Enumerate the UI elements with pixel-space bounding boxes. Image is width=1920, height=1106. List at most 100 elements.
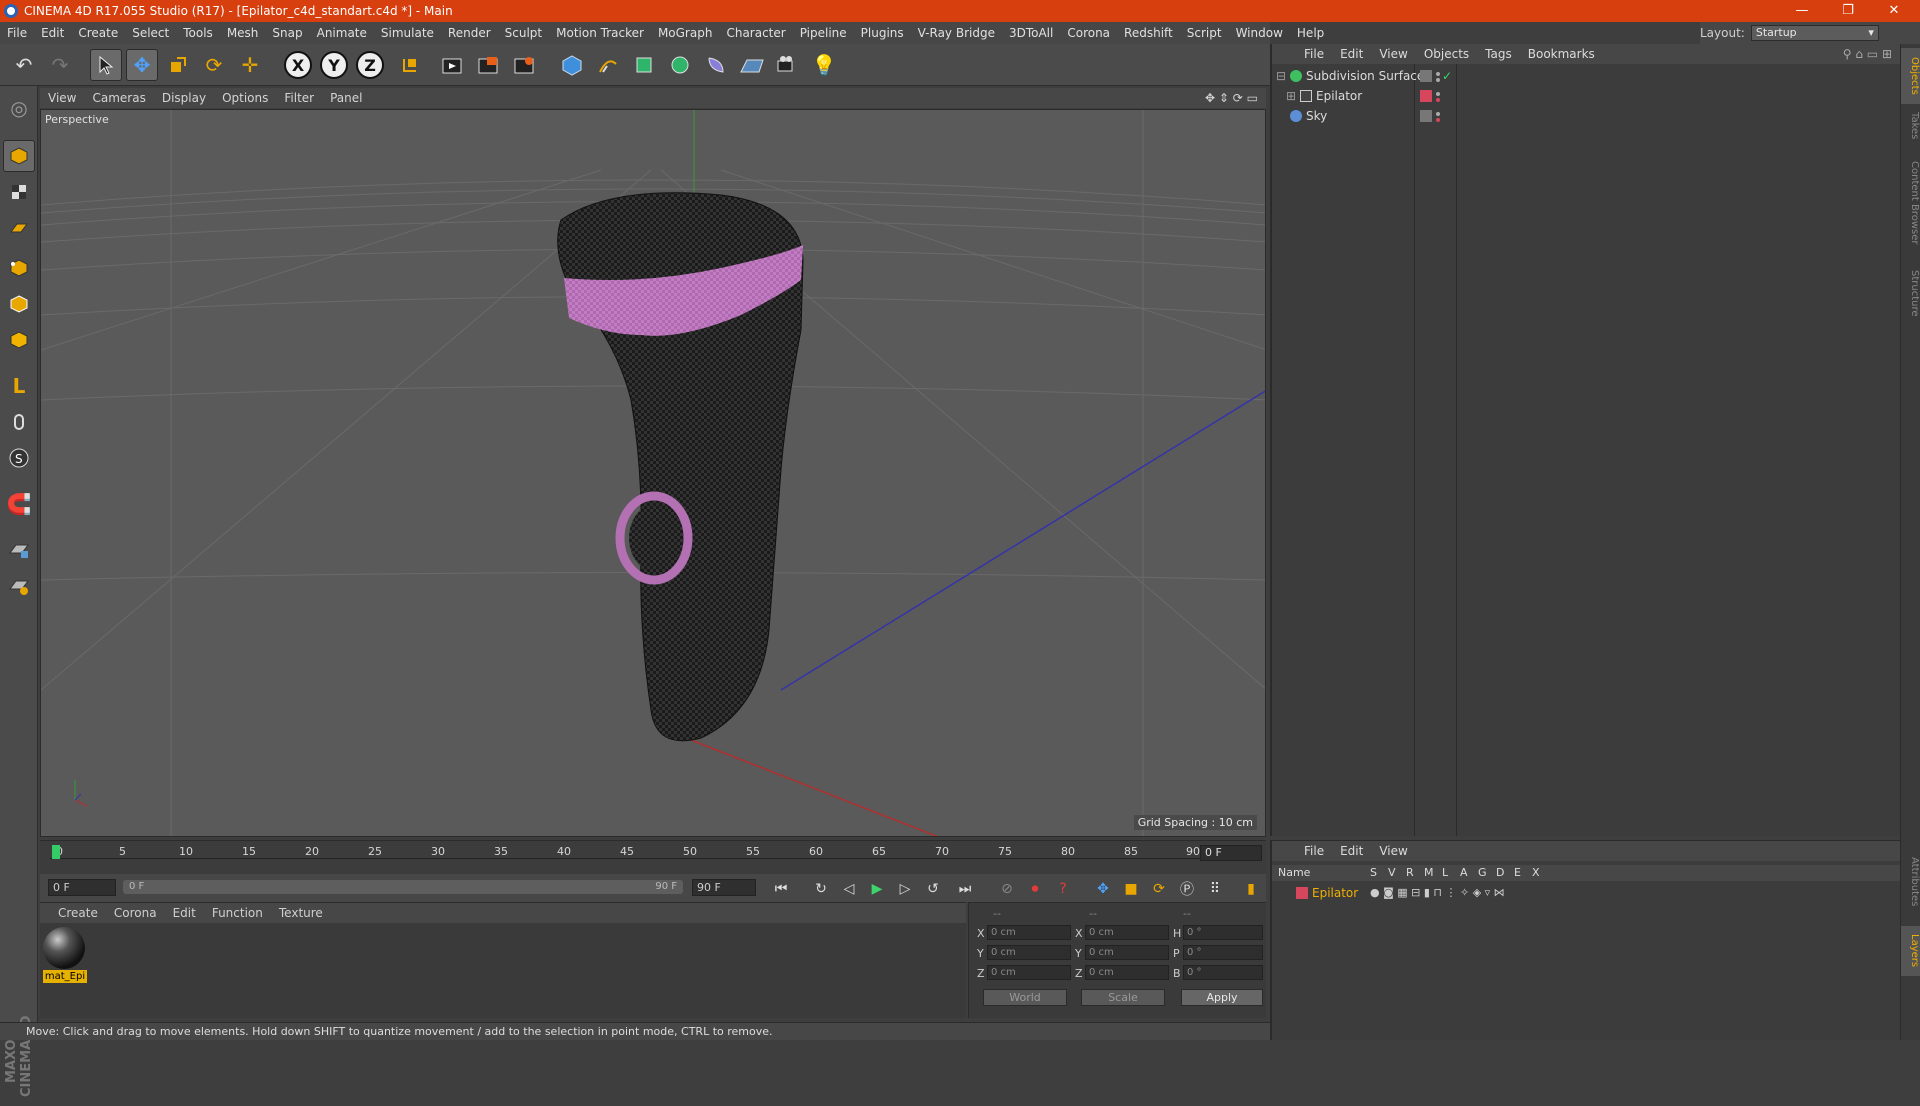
position-z-field[interactable]: 0 cm	[987, 965, 1071, 980]
cube-icon[interactable]	[556, 49, 588, 81]
close-button[interactable]: ✕	[1872, 0, 1916, 22]
key-scale-icon[interactable]: ■	[1120, 878, 1142, 900]
size-z-field[interactable]: 0 cm	[1085, 965, 1169, 980]
layer-row-epilator[interactable]: Epilator ● ◙ ▦ ⊟ ▮ ⊓ ⋮ ✧ ◈ ▿ ⋈	[1272, 883, 1900, 903]
locked-workplane-icon[interactable]	[3, 534, 35, 566]
render-visibility-dot[interactable]	[1436, 98, 1440, 102]
position-y-field[interactable]: 0 cm	[987, 945, 1071, 960]
coord-space-dropdown[interactable]: World	[983, 989, 1067, 1006]
tab-layers[interactable]: Layers	[1901, 926, 1920, 976]
render-visibility-dot[interactable]	[1436, 78, 1440, 82]
key-param-icon[interactable]: Ⓟ	[1176, 878, 1198, 900]
menu-mesh[interactable]: Mesh	[220, 26, 266, 40]
menu-corona[interactable]: Corona	[1060, 26, 1117, 40]
viewport-menu-options[interactable]: Options	[214, 91, 276, 105]
obj-menu-tags[interactable]: Tags	[1477, 47, 1520, 61]
pen-icon[interactable]	[592, 49, 624, 81]
key-move-icon[interactable]: ✥	[1092, 878, 1114, 900]
obj-menu-view[interactable]: View	[1371, 47, 1415, 61]
menu-animate[interactable]: Animate	[310, 26, 374, 40]
position-x-field[interactable]: 0 cm	[987, 925, 1071, 940]
play-icon[interactable]: ▶	[866, 878, 888, 900]
menu-snap[interactable]: Snap	[265, 26, 309, 40]
object-row-sky[interactable]: Sky	[1272, 106, 1900, 126]
object-row-subdivision-surface[interactable]: ⊟ Subdivision Surface ✓	[1272, 66, 1900, 86]
material-menu-create[interactable]: Create	[50, 906, 106, 920]
end-frame-field[interactable]: 90 F	[692, 879, 756, 896]
layer-color-swatch[interactable]	[1296, 887, 1308, 899]
coordinate-system-icon[interactable]	[394, 49, 426, 81]
material-menu-corona[interactable]: Corona	[106, 906, 165, 920]
workplane-mode-icon[interactable]	[3, 212, 35, 244]
layer-menu-edit[interactable]: Edit	[1332, 844, 1371, 858]
viewport-menu-panel[interactable]: Panel	[322, 91, 370, 105]
planar-workplane-icon[interactable]	[3, 570, 35, 602]
menu-3dtoall[interactable]: 3DToAll	[1002, 26, 1060, 40]
menu-create[interactable]: Create	[71, 26, 125, 40]
menu-help[interactable]: Help	[1290, 26, 1331, 40]
tweak-mode-icon[interactable]	[3, 406, 35, 438]
rotation-p-field[interactable]: 0 °	[1183, 945, 1263, 960]
layer-menu-file[interactable]: File	[1296, 844, 1332, 858]
menu-simulate[interactable]: Simulate	[374, 26, 441, 40]
tab-objects[interactable]: Objects	[1901, 48, 1920, 104]
menu-vray-bridge[interactable]: V-Ray Bridge	[911, 26, 1002, 40]
material-menu-edit[interactable]: Edit	[165, 906, 204, 920]
current-frame-field[interactable]: 0 F	[1200, 845, 1262, 861]
obj-menu-file[interactable]: File	[1296, 47, 1332, 61]
y-axis-icon[interactable]: Y	[320, 51, 348, 79]
menu-sculpt[interactable]: Sculpt	[498, 26, 549, 40]
tab-attributes[interactable]: Attributes	[1901, 840, 1920, 924]
record-disabled-icon[interactable]: ⊘	[996, 878, 1018, 900]
layer-toggle-icons[interactable]: ● ◙ ▦ ⊟ ▮ ⊓ ⋮ ✧ ◈ ▿ ⋈	[1370, 883, 1505, 903]
menu-mograph[interactable]: MoGraph	[651, 26, 720, 40]
material-menu-texture[interactable]: Texture	[271, 906, 331, 920]
render-picture-viewer-icon[interactable]	[472, 49, 504, 81]
start-frame-field[interactable]: 0 F	[48, 879, 116, 896]
key-pla-icon[interactable]: ⠿	[1204, 878, 1226, 900]
viewport-menu-filter[interactable]: Filter	[276, 91, 322, 105]
menu-script[interactable]: Script	[1180, 26, 1229, 40]
expand-icon[interactable]: ⊟	[1276, 66, 1286, 86]
menu-character[interactable]: Character	[719, 26, 792, 40]
object-row-epilator[interactable]: ⊞ Epilator	[1272, 86, 1900, 106]
menu-render[interactable]: Render	[441, 26, 498, 40]
tab-takes[interactable]: Takes	[1901, 106, 1920, 146]
viewport-menu-cameras[interactable]: Cameras	[84, 91, 153, 105]
timeline-window-icon[interactable]: ▮	[1240, 878, 1262, 900]
menu-motion-tracker[interactable]: Motion Tracker	[549, 26, 651, 40]
size-y-field[interactable]: 0 cm	[1085, 945, 1169, 960]
live-select-icon[interactable]: ✛	[234, 49, 266, 81]
editor-visibility-dot[interactable]	[1436, 92, 1440, 96]
obj-menu-bookmarks[interactable]: Bookmarks	[1520, 47, 1603, 61]
polygons-mode-icon[interactable]	[3, 324, 35, 356]
render-view-icon[interactable]	[436, 49, 468, 81]
enabled-check-icon[interactable]: ✓	[1442, 66, 1452, 86]
viewport-menu-view[interactable]: View	[40, 91, 84, 105]
material-swatch[interactable]: mat_Epi	[43, 927, 87, 987]
subdivision-icon[interactable]	[628, 49, 660, 81]
go-to-end-icon[interactable]: ⏭	[954, 878, 976, 900]
menu-pipeline[interactable]: Pipeline	[793, 26, 854, 40]
camera-icon[interactable]	[772, 49, 804, 81]
expand-icon[interactable]: ⊞	[1286, 86, 1296, 106]
deformer-icon[interactable]	[700, 49, 732, 81]
select-icon[interactable]	[90, 49, 122, 81]
perspective-viewport[interactable]: Perspective Grid Spacing : 10 cm	[40, 109, 1266, 837]
previous-key-icon[interactable]: ↻	[810, 878, 832, 900]
menu-window[interactable]: Window	[1229, 26, 1290, 40]
layer-menu-view[interactable]: View	[1371, 844, 1415, 858]
editor-visibility-dot[interactable]	[1436, 72, 1440, 76]
magnet-icon[interactable]: 🧲	[3, 488, 35, 520]
menu-plugins[interactable]: Plugins	[854, 26, 911, 40]
tab-structure[interactable]: Structure	[1901, 260, 1920, 326]
light-icon[interactable]: 💡	[808, 49, 840, 81]
previous-frame-icon[interactable]: ◁	[838, 878, 860, 900]
edges-mode-icon[interactable]	[3, 288, 35, 320]
axis-mode-icon[interactable]: L	[3, 370, 35, 402]
minimize-button[interactable]: —	[1780, 0, 1824, 22]
model-mode-icon[interactable]	[3, 140, 35, 172]
search-icon[interactable]: ⚲ ⌂ ▭ ⊞	[1835, 47, 1900, 61]
menu-file[interactable]: File	[0, 26, 34, 40]
scale-icon[interactable]	[162, 49, 194, 81]
